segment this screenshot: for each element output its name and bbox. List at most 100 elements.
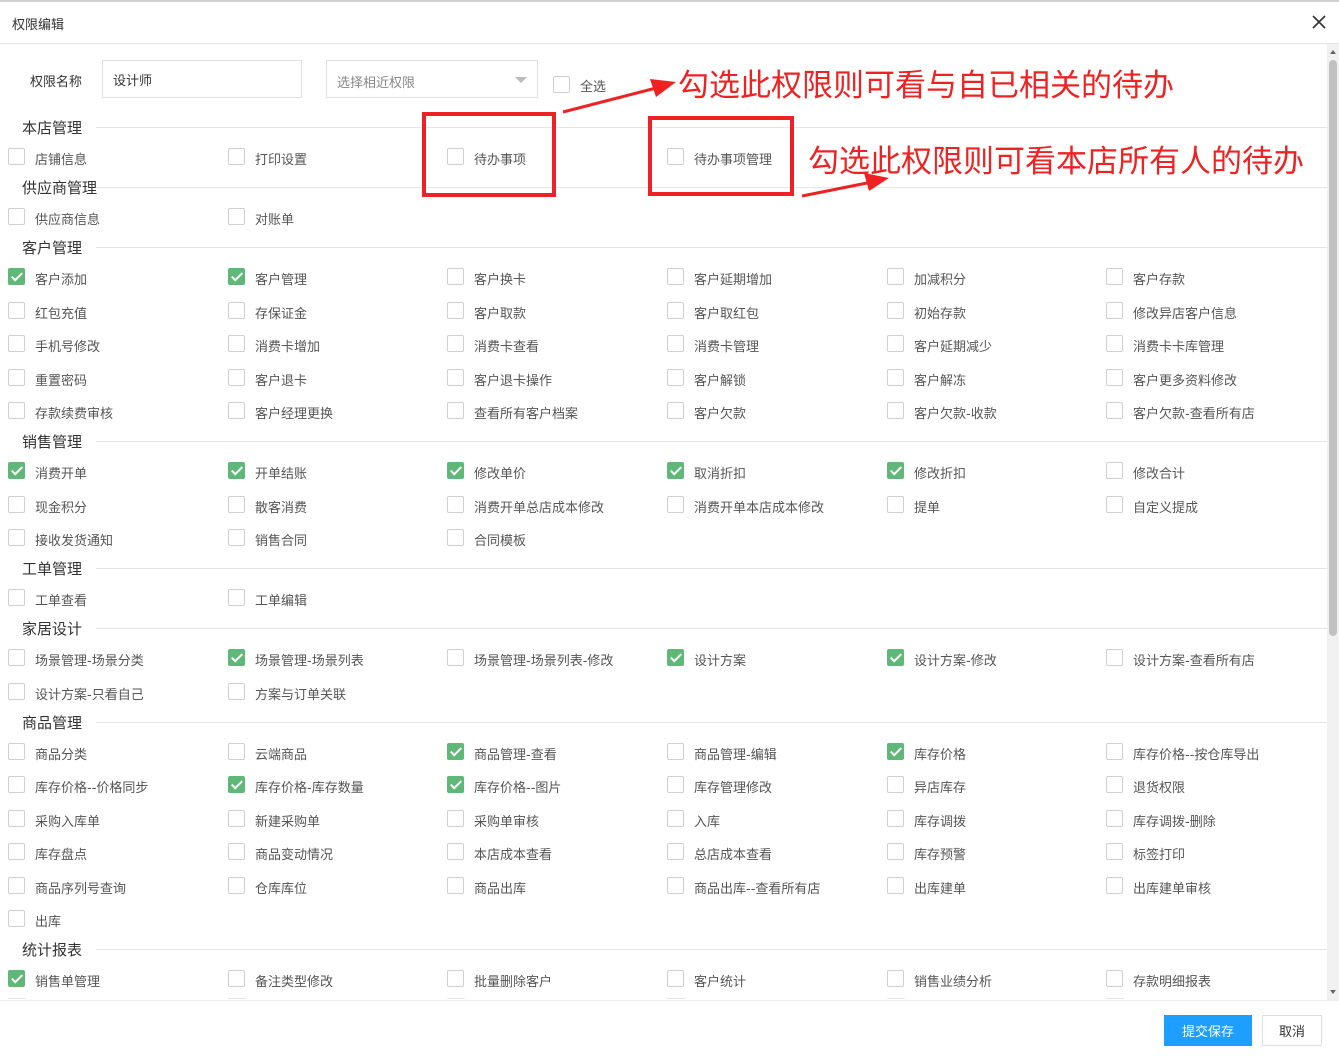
- permission-label[interactable]: 商品管理-查看: [474, 744, 557, 763]
- permission-label[interactable]: 场景管理-场景分类: [35, 650, 144, 669]
- permission-name-input[interactable]: [102, 60, 302, 98]
- permission-checkbox[interactable]: [228, 843, 245, 860]
- permission-checkbox[interactable]: [1106, 301, 1123, 319]
- permission-checkbox[interactable]: [1106, 268, 1123, 285]
- permission-checkbox[interactable]: [228, 208, 245, 225]
- permission-checkbox[interactable]: [887, 876, 904, 894]
- permission-checkbox[interactable]: [447, 809, 464, 827]
- permission-checkbox[interactable]: [1106, 742, 1123, 760]
- permission-label[interactable]: 散客消费: [255, 497, 307, 516]
- permission-label[interactable]: 采购入库单: [35, 811, 100, 830]
- permission-checkbox[interactable]: [1106, 462, 1123, 479]
- permission-checkbox[interactable]: [8, 495, 25, 513]
- permission-label[interactable]: 设计方案-修改: [914, 650, 997, 669]
- permission-checkbox[interactable]: [1106, 402, 1123, 419]
- permission-checkbox[interactable]: [1106, 649, 1123, 666]
- permission-label[interactable]: 消费开单本店成本修改: [694, 497, 824, 516]
- permission-checkbox[interactable]: [667, 462, 684, 479]
- permission-label[interactable]: 仓库库位: [255, 878, 307, 897]
- permission-label[interactable]: 客户统计: [694, 971, 746, 990]
- permission-label[interactable]: 备注类型修改: [255, 971, 333, 990]
- similar-permission-select[interactable]: 选择相近权限: [326, 60, 538, 98]
- permission-label[interactable]: 修改异店客户信息: [1133, 303, 1237, 322]
- permission-label[interactable]: 客户延期增加: [694, 269, 772, 288]
- permission-label[interactable]: 修改合计: [1133, 463, 1185, 482]
- permission-label[interactable]: 客户换卡: [474, 269, 526, 288]
- permission-checkbox[interactable]: [667, 970, 684, 987]
- permission-checkbox[interactable]: [447, 335, 464, 352]
- permission-checkbox[interactable]: [887, 301, 904, 319]
- permission-checkbox[interactable]: [887, 402, 904, 419]
- permission-label[interactable]: 商品出库: [474, 878, 526, 897]
- permission-label[interactable]: 客户经理更换: [255, 403, 333, 422]
- permission-checkbox[interactable]: [667, 368, 684, 386]
- permission-label[interactable]: 客户取红包: [694, 303, 759, 322]
- permission-label[interactable]: 退货权限: [1133, 777, 1185, 796]
- permission-checkbox[interactable]: [8, 682, 25, 700]
- permission-checkbox[interactable]: [228, 649, 245, 666]
- cancel-button[interactable]: 取消: [1262, 1015, 1322, 1046]
- permission-label[interactable]: 库存价格-库存数量: [255, 777, 364, 796]
- permission-label[interactable]: 消费开单总店成本修改: [474, 497, 604, 516]
- permission-checkbox[interactable]: [8, 529, 25, 546]
- permission-checkbox[interactable]: [447, 970, 464, 987]
- permission-checkbox[interactable]: [887, 335, 904, 352]
- permission-label[interactable]: 设计方案-只看自己: [35, 684, 144, 703]
- permission-checkbox[interactable]: [8, 649, 25, 666]
- permission-checkbox[interactable]: [8, 910, 25, 927]
- permission-label[interactable]: 消费开单: [35, 463, 87, 482]
- permission-checkbox[interactable]: [8, 809, 25, 827]
- permission-label[interactable]: 消费卡查看: [474, 336, 539, 355]
- permission-checkbox[interactable]: [8, 368, 25, 386]
- permission-checkbox[interactable]: [447, 776, 464, 793]
- permission-checkbox[interactable]: [667, 776, 684, 793]
- permission-checkbox[interactable]: [447, 368, 464, 386]
- permission-label[interactable]: 库存价格--价格同步: [35, 777, 148, 796]
- permission-checkbox[interactable]: [8, 402, 25, 419]
- permission-checkbox[interactable]: [8, 742, 25, 760]
- permission-checkbox[interactable]: [1106, 809, 1123, 827]
- permission-label[interactable]: 库存管理修改: [694, 777, 772, 796]
- permission-checkbox[interactable]: [667, 335, 684, 352]
- permission-label[interactable]: 异店库存: [914, 777, 966, 796]
- permission-label[interactable]: 销售单管理: [35, 971, 100, 990]
- permission-label[interactable]: 修改折扣: [914, 463, 966, 482]
- permission-checkbox[interactable]: [8, 335, 25, 352]
- permission-checkbox[interactable]: [447, 268, 464, 285]
- permission-label[interactable]: 工单查看: [35, 590, 87, 609]
- permission-checkbox[interactable]: [8, 970, 25, 987]
- permission-checkbox[interactable]: [1106, 843, 1123, 860]
- permission-label[interactable]: 接收发货通知: [35, 530, 113, 549]
- permission-checkbox[interactable]: [667, 843, 684, 860]
- permission-checkbox[interactable]: [8, 462, 25, 479]
- permission-checkbox[interactable]: [447, 495, 464, 513]
- permission-checkbox[interactable]: [1106, 495, 1123, 513]
- permission-checkbox[interactable]: [228, 529, 245, 546]
- scroll-down-icon[interactable]: [1330, 990, 1336, 994]
- permission-label[interactable]: 方案与订单关联: [255, 684, 346, 703]
- permission-checkbox[interactable]: [887, 742, 904, 760]
- permission-checkbox[interactable]: [887, 649, 904, 666]
- permission-label[interactable]: 出库建单: [914, 878, 966, 897]
- permission-label[interactable]: 采购单审核: [474, 811, 539, 830]
- permission-checkbox[interactable]: [667, 742, 684, 760]
- permission-label[interactable]: 重置密码: [35, 370, 87, 389]
- permission-checkbox[interactable]: [887, 368, 904, 386]
- permission-checkbox[interactable]: [8, 589, 25, 606]
- permission-label[interactable]: 商品出库--查看所有店: [694, 878, 820, 897]
- permission-checkbox[interactable]: [887, 776, 904, 793]
- permission-label[interactable]: 设计方案: [694, 650, 746, 669]
- permission-checkbox[interactable]: [887, 462, 904, 479]
- permission-label[interactable]: 商品分类: [35, 744, 87, 763]
- permission-label[interactable]: 批量删除客户: [474, 971, 552, 990]
- permission-checkbox[interactable]: [8, 268, 25, 285]
- permission-checkbox[interactable]: [228, 742, 245, 760]
- permission-label[interactable]: 库存价格: [914, 744, 966, 763]
- permission-label[interactable]: 客户更多资料修改: [1133, 370, 1237, 389]
- permission-checkbox[interactable]: [447, 742, 464, 760]
- permission-label[interactable]: 取消折扣: [694, 463, 746, 482]
- permission-checkbox[interactable]: [667, 402, 684, 419]
- permission-label[interactable]: 客户欠款-收款: [914, 403, 997, 422]
- permission-label[interactable]: 客户退卡操作: [474, 370, 552, 389]
- permission-label[interactable]: 客户延期减少: [914, 336, 992, 355]
